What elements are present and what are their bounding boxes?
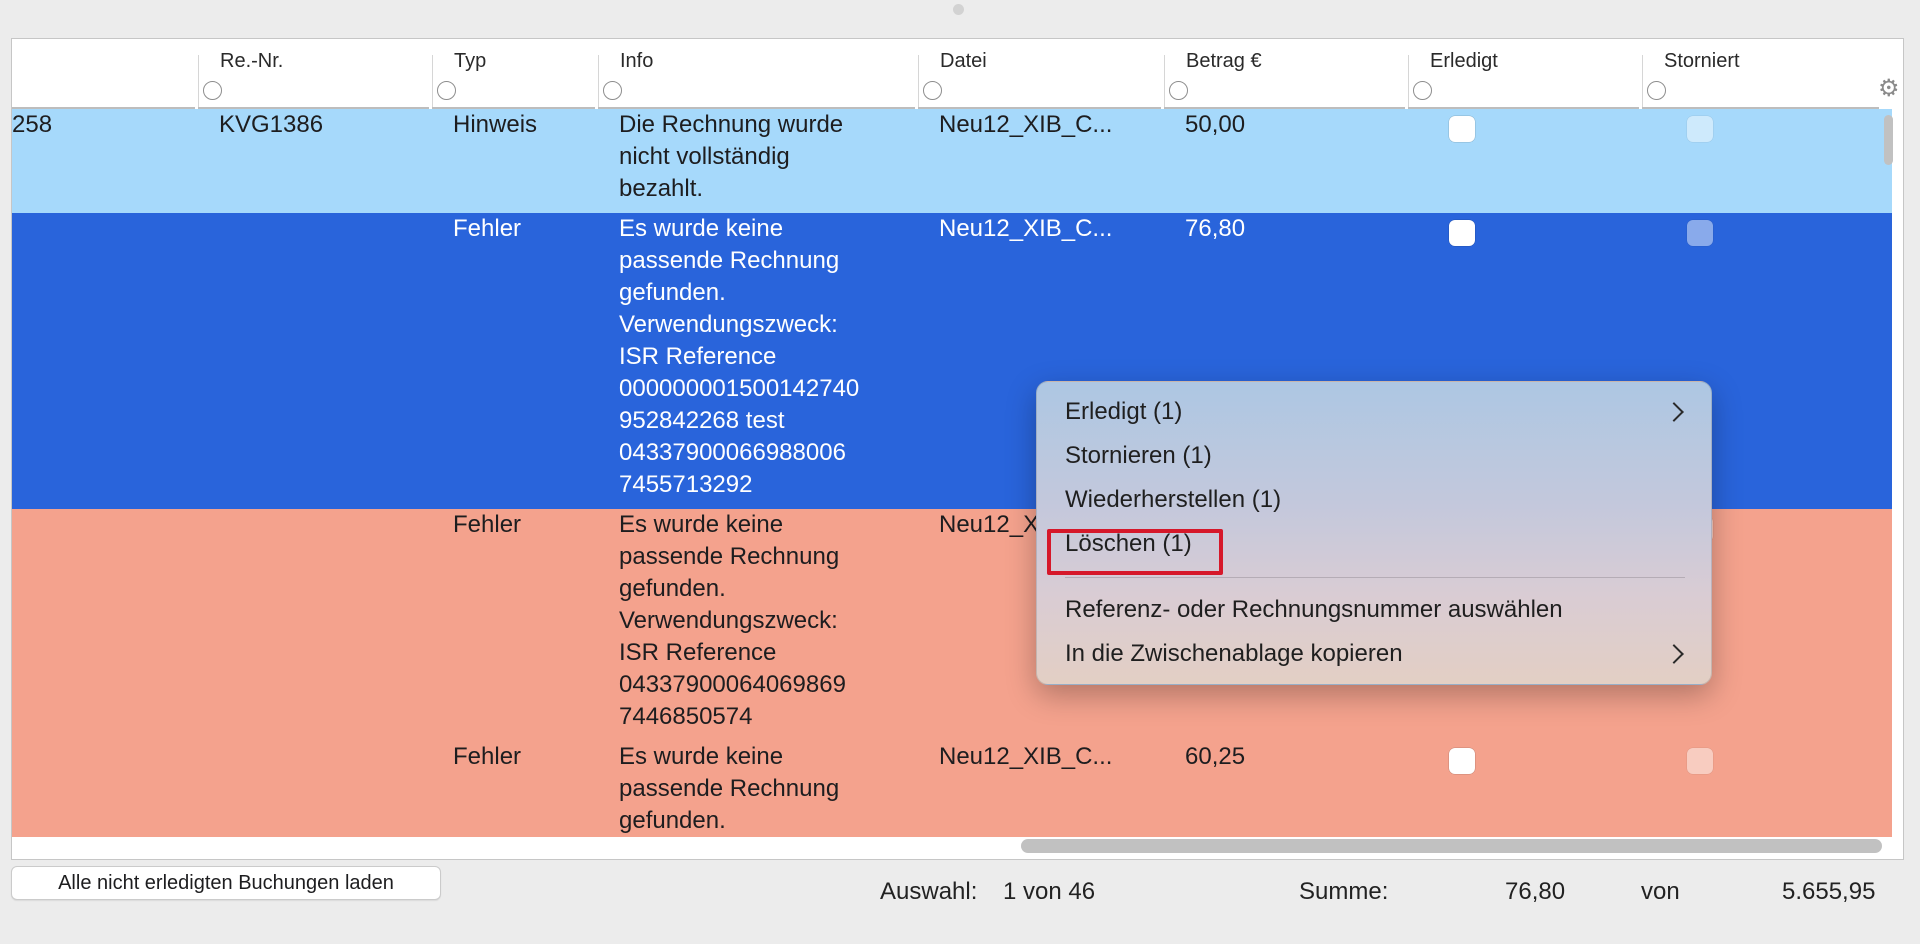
vertical-scrollbar[interactable]: [1884, 115, 1893, 165]
storniert-checkbox[interactable]: [1687, 220, 1713, 246]
erledigt-checkbox[interactable]: [1449, 748, 1475, 774]
column-header-storniert[interactable]: Storniert: [1642, 39, 1882, 109]
horizontal-scrollbar[interactable]: [1021, 839, 1882, 853]
cell-info: Es wurde keine passende Rechnung gefunden.…: [619, 509, 846, 733]
column-header-label: Datei: [940, 50, 987, 72]
info-line: 952842268 test: [619, 407, 785, 434]
sum-value: 76,80: [1505, 878, 1566, 905]
menu-item-referenz-auswaehlen[interactable]: Referenz- oder Rechnungsnummer auswählen: [1065, 595, 1563, 625]
cell-betrag: 50,00: [1185, 111, 1246, 138]
info-line: passende Rechnung: [619, 247, 840, 274]
cell-info: Es wurde keine passende Rechnung gefunden.: [619, 741, 839, 837]
menu-item-erledigt[interactable]: Erledigt (1): [1065, 397, 1182, 427]
info-line: Verwendungszweck:: [619, 311, 838, 338]
info-line: ISR Reference: [619, 343, 777, 370]
column-filter-radio[interactable]: [923, 81, 942, 100]
info-line: 7455713292: [619, 471, 753, 498]
info-line: 04337900064069869: [619, 671, 846, 698]
column-separator[interactable]: [198, 55, 199, 109]
cell-datei: Neu12_XIB_C...: [939, 215, 1113, 242]
column-header-label: Storniert: [1664, 50, 1740, 72]
column-filter-radio[interactable]: [1413, 81, 1432, 100]
chevron-right-icon: [1664, 644, 1684, 664]
cell-typ: Hinweis: [453, 111, 538, 138]
cell-re-nr: KVG1386: [219, 111, 324, 138]
info-line: Es wurde keine: [619, 215, 784, 242]
column-filter-radio[interactable]: [1647, 81, 1666, 100]
cell-datei: Neu12_X: [939, 511, 1040, 538]
cell-info: Die Rechnung wurde nicht vollständig bezah…: [619, 109, 843, 205]
info-line: gefunden.: [619, 279, 726, 306]
menu-item-stornieren[interactable]: Stornieren (1): [1065, 441, 1212, 471]
info-line: gefunden.: [619, 575, 726, 602]
erledigt-checkbox[interactable]: [1449, 116, 1475, 142]
column-header-label: Betrag €: [1186, 50, 1262, 72]
window-drag-indicator: [953, 4, 964, 15]
info-line: Es wurde keine: [619, 511, 784, 538]
table-row[interactable]: Fehler Es wurde keine passende Rechnung gef…: [12, 741, 1892, 837]
cell-typ: Fehler: [453, 743, 522, 770]
storniert-checkbox[interactable]: [1687, 116, 1713, 142]
cell-betrag: 60,25: [1185, 743, 1246, 770]
cell-typ: Fehler: [453, 511, 522, 538]
table-header: Re.-Nr. Typ Info Datei Betrag € Erledigt Storn…: [12, 39, 1892, 109]
info-line: 000000001500142740: [619, 375, 860, 402]
menu-item-zwischenablage-kopieren[interactable]: In die Zwischenablage kopieren: [1065, 639, 1403, 669]
column-filter-radio[interactable]: [437, 81, 456, 100]
column-header-label: Erledigt: [1430, 50, 1498, 72]
info-line: 04337900066988006: [619, 439, 846, 466]
cell-datei: Neu12_XIB_C...: [939, 111, 1113, 138]
info-line: 7446850574: [619, 703, 753, 730]
info-line: bezahlt.: [619, 175, 704, 202]
column-filter-radio[interactable]: [203, 81, 222, 100]
column-filter-radio[interactable]: [603, 81, 622, 100]
selection-label: Auswahl:: [880, 878, 978, 905]
cell-info: Es wurde keine passende Rechnung gefunden.…: [619, 213, 859, 501]
cell-typ: Fehler: [453, 215, 522, 242]
sum-label: Summe:: [1299, 878, 1389, 905]
cell-datei: Neu12_XIB_C...: [939, 743, 1113, 770]
storniert-checkbox[interactable]: [1687, 748, 1713, 774]
info-line: Die Rechnung wurde: [619, 111, 844, 138]
menu-item-wiederherstellen[interactable]: Wiederherstellen (1): [1065, 485, 1281, 515]
menu-separator: [1065, 577, 1685, 578]
column-header-re-nr[interactable]: Re.-Nr.: [198, 39, 432, 109]
column-header-datei[interactable]: Datei: [918, 39, 1164, 109]
load-open-bookings-button[interactable]: Alle nicht erledigten Buchungen laden: [11, 866, 441, 900]
column-header-betrag[interactable]: Betrag €: [1164, 39, 1408, 109]
table-row[interactable]: 258 KVG1386 Hinweis Die Rechnung wurde nicht…: [12, 109, 1892, 213]
column-separator[interactable]: [918, 55, 919, 109]
info-line: gefunden.: [619, 807, 726, 834]
info-line: passende Rechnung: [619, 543, 840, 570]
column-header-info[interactable]: Info: [598, 39, 918, 109]
info-line: passende Rechnung: [619, 775, 840, 802]
column-separator[interactable]: [1408, 55, 1409, 109]
selection-count: 1 von 46: [1003, 878, 1096, 905]
context-menu: Erledigt (1) Stornieren (1) Wiederherstell…: [1036, 381, 1712, 685]
info-line: Verwendungszweck:: [619, 607, 838, 634]
gear-icon[interactable]: ⚙: [1878, 77, 1900, 101]
highlight-box: [1047, 529, 1223, 575]
column-header-label: Info: [620, 50, 654, 72]
column-header-label: Re.-Nr.: [220, 50, 284, 72]
column-separator[interactable]: [1642, 55, 1643, 109]
column-header-typ[interactable]: Typ: [432, 39, 598, 109]
total-of-label: von: [1641, 878, 1680, 905]
cell-id: 258: [12, 111, 53, 138]
chevron-right-icon: [1664, 402, 1684, 422]
column-header-label: Typ: [454, 50, 487, 72]
info-line: Es wurde keine: [619, 743, 784, 770]
column-header-erledigt[interactable]: Erledigt: [1408, 39, 1642, 109]
column-separator[interactable]: [598, 55, 599, 109]
cell-betrag: 76,80: [1185, 215, 1246, 242]
info-line: ISR Reference: [619, 639, 777, 666]
column-separator[interactable]: [1164, 55, 1165, 109]
column-header-id[interactable]: [12, 39, 198, 109]
column-separator[interactable]: [432, 55, 433, 109]
column-filter-radio[interactable]: [1169, 81, 1188, 100]
total-value: 5.655,95: [1782, 878, 1876, 905]
erledigt-checkbox[interactable]: [1449, 220, 1475, 246]
info-line: nicht vollständig: [619, 143, 790, 170]
